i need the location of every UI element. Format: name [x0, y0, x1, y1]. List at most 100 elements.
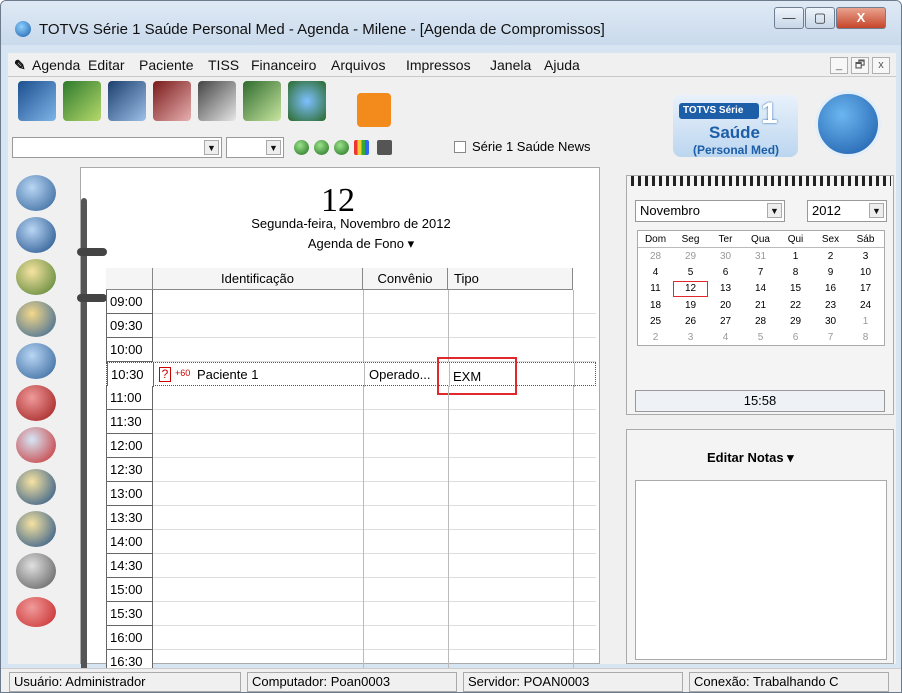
- rss-icon[interactable]: [357, 93, 391, 127]
- minimize-button[interactable]: —: [774, 7, 804, 29]
- agenda-combo[interactable]: ▼: [12, 137, 222, 158]
- status-green-icon[interactable]: [294, 140, 309, 155]
- calendar-day[interactable]: 30: [708, 250, 743, 264]
- calendar-day[interactable]: 29: [673, 250, 708, 264]
- table-row[interactable]: 16:00: [106, 626, 596, 650]
- sidebar-clock-sync-icon[interactable]: [16, 343, 56, 379]
- calendar-day[interactable]: 20: [708, 299, 743, 313]
- agenda-selector[interactable]: Agenda de Fono ▾: [281, 236, 441, 252]
- chevron-down-icon[interactable]: ▼: [767, 203, 782, 218]
- menu-editar[interactable]: Editar: [88, 57, 125, 73]
- calendar-day[interactable]: 28: [638, 250, 673, 264]
- calendar-day[interactable]: 25: [638, 315, 673, 329]
- table-row[interactable]: 11:00: [106, 386, 596, 410]
- calendar-day[interactable]: 28: [743, 315, 778, 329]
- calendar-day[interactable]: 23: [813, 299, 848, 313]
- menu-janela[interactable]: Janela: [490, 57, 531, 73]
- calendar-day[interactable]: 13: [708, 282, 743, 296]
- calendar-day[interactable]: 2: [813, 250, 848, 264]
- table-row[interactable]: 12:30: [106, 458, 596, 482]
- documents-icon[interactable]: [198, 81, 236, 121]
- menu-ajuda[interactable]: Ajuda: [544, 57, 580, 73]
- calendar-day[interactable]: 17: [848, 282, 883, 296]
- calendar-day[interactable]: 3: [673, 331, 708, 345]
- calendar-day[interactable]: 3: [848, 250, 883, 264]
- table-row[interactable]: 11:30: [106, 410, 596, 434]
- table-row[interactable]: 09:00: [106, 290, 596, 314]
- lab-flask-icon[interactable]: [243, 81, 281, 121]
- menu-impressos[interactable]: Impressos: [406, 57, 471, 73]
- calendar-day[interactable]: 6: [708, 266, 743, 280]
- calendar-day[interactable]: 16: [813, 282, 848, 296]
- sidebar-clock-add-icon[interactable]: [16, 427, 56, 463]
- table-row[interactable]: 10:30? +60 Paciente 1 Operado... EXM: [106, 357, 596, 395]
- calendar-day-selected[interactable]: 12: [673, 281, 708, 297]
- calendar-day[interactable]: 24: [848, 299, 883, 313]
- professional-combo[interactable]: ▼: [226, 137, 284, 158]
- calendar-day[interactable]: 4: [638, 266, 673, 280]
- patient-name[interactable]: Paciente 1: [197, 367, 258, 382]
- calendar-day[interactable]: 1: [848, 315, 883, 329]
- sidebar-books-icon[interactable]: [16, 259, 56, 295]
- table-row[interactable]: 12:00: [106, 434, 596, 458]
- calendar-day[interactable]: 8: [848, 331, 883, 345]
- calendar-day[interactable]: 26: [673, 315, 708, 329]
- news-checkbox[interactable]: [454, 141, 466, 153]
- mdi-restore-button[interactable]: 🗗: [851, 57, 869, 74]
- calendar-day[interactable]: 22: [778, 299, 813, 313]
- calendar-day[interactable]: 2: [638, 331, 673, 345]
- close-button[interactable]: X: [836, 7, 886, 29]
- menu-agenda[interactable]: Agenda: [32, 57, 80, 73]
- calendar-day[interactable]: 30: [813, 315, 848, 329]
- table-row[interactable]: 14:00: [106, 530, 596, 554]
- calendar-day[interactable]: 27: [708, 315, 743, 329]
- mdi-minimize-button[interactable]: _: [830, 57, 848, 74]
- month-select[interactable]: Novembro ▼: [635, 200, 785, 222]
- notes-title[interactable]: Editar Notas ▾: [707, 450, 794, 466]
- maximize-button[interactable]: ▢: [805, 7, 835, 29]
- table-row[interactable]: 15:30: [106, 602, 596, 626]
- table-row[interactable]: 14:30: [106, 554, 596, 578]
- sidebar-book-icon[interactable]: [16, 175, 56, 211]
- sidebar-lock-icon[interactable]: [16, 469, 56, 505]
- column-header-convenio[interactable]: Convênio: [363, 268, 448, 290]
- column-header-identificacao[interactable]: Identificação: [153, 268, 363, 290]
- table-row[interactable]: 15:00: [106, 578, 596, 602]
- calendar-day[interactable]: 19: [673, 299, 708, 313]
- money-icon[interactable]: [63, 81, 101, 121]
- calendar-day[interactable]: 8: [778, 266, 813, 280]
- chevron-down-icon[interactable]: ▼: [266, 140, 281, 155]
- sidebar-book-lock-icon[interactable]: [16, 511, 56, 547]
- status-green-3-icon[interactable]: [334, 140, 349, 155]
- calendar-day[interactable]: 6: [778, 331, 813, 345]
- sidebar-clocks-icon[interactable]: [16, 301, 56, 337]
- calendar-day[interactable]: 31: [743, 250, 778, 264]
- calendar-day[interactable]: 29: [778, 315, 813, 329]
- calendar-day[interactable]: 11: [638, 282, 673, 296]
- calendar-day[interactable]: 1: [778, 250, 813, 264]
- calendar-day[interactable]: 15: [778, 282, 813, 296]
- year-select[interactable]: 2012 ▼: [807, 200, 887, 222]
- notes-icon[interactable]: [377, 140, 392, 155]
- chevron-down-icon[interactable]: ▼: [204, 140, 219, 155]
- question-icon[interactable]: ?: [159, 367, 171, 382]
- calendar-day[interactable]: 5: [743, 331, 778, 345]
- menu-financeiro[interactable]: Financeiro: [251, 57, 316, 73]
- calendar-day[interactable]: 10: [848, 266, 883, 280]
- calendar-day[interactable]: 7: [813, 331, 848, 345]
- sidebar-alert-icon[interactable]: [16, 597, 56, 627]
- menu-arquivos[interactable]: Arquivos: [331, 57, 385, 73]
- status-green-2-icon[interactable]: [314, 140, 329, 155]
- table-row[interactable]: 10:00: [106, 338, 596, 362]
- column-header-tipo[interactable]: Tipo: [448, 268, 573, 290]
- sidebar-clock-delete-icon[interactable]: [16, 385, 56, 421]
- chevron-down-icon[interactable]: ▼: [869, 203, 884, 218]
- calendar-day[interactable]: 18: [638, 299, 673, 313]
- calendar-day[interactable]: 5: [673, 266, 708, 280]
- menu-tiss[interactable]: TISS: [208, 57, 239, 73]
- calendar-day[interactable]: 9: [813, 266, 848, 280]
- menu-paciente[interactable]: Paciente: [139, 57, 193, 73]
- lab-tubes-icon[interactable]: [153, 81, 191, 121]
- table-row[interactable]: 13:30: [106, 506, 596, 530]
- calendar-day[interactable]: 4: [708, 331, 743, 345]
